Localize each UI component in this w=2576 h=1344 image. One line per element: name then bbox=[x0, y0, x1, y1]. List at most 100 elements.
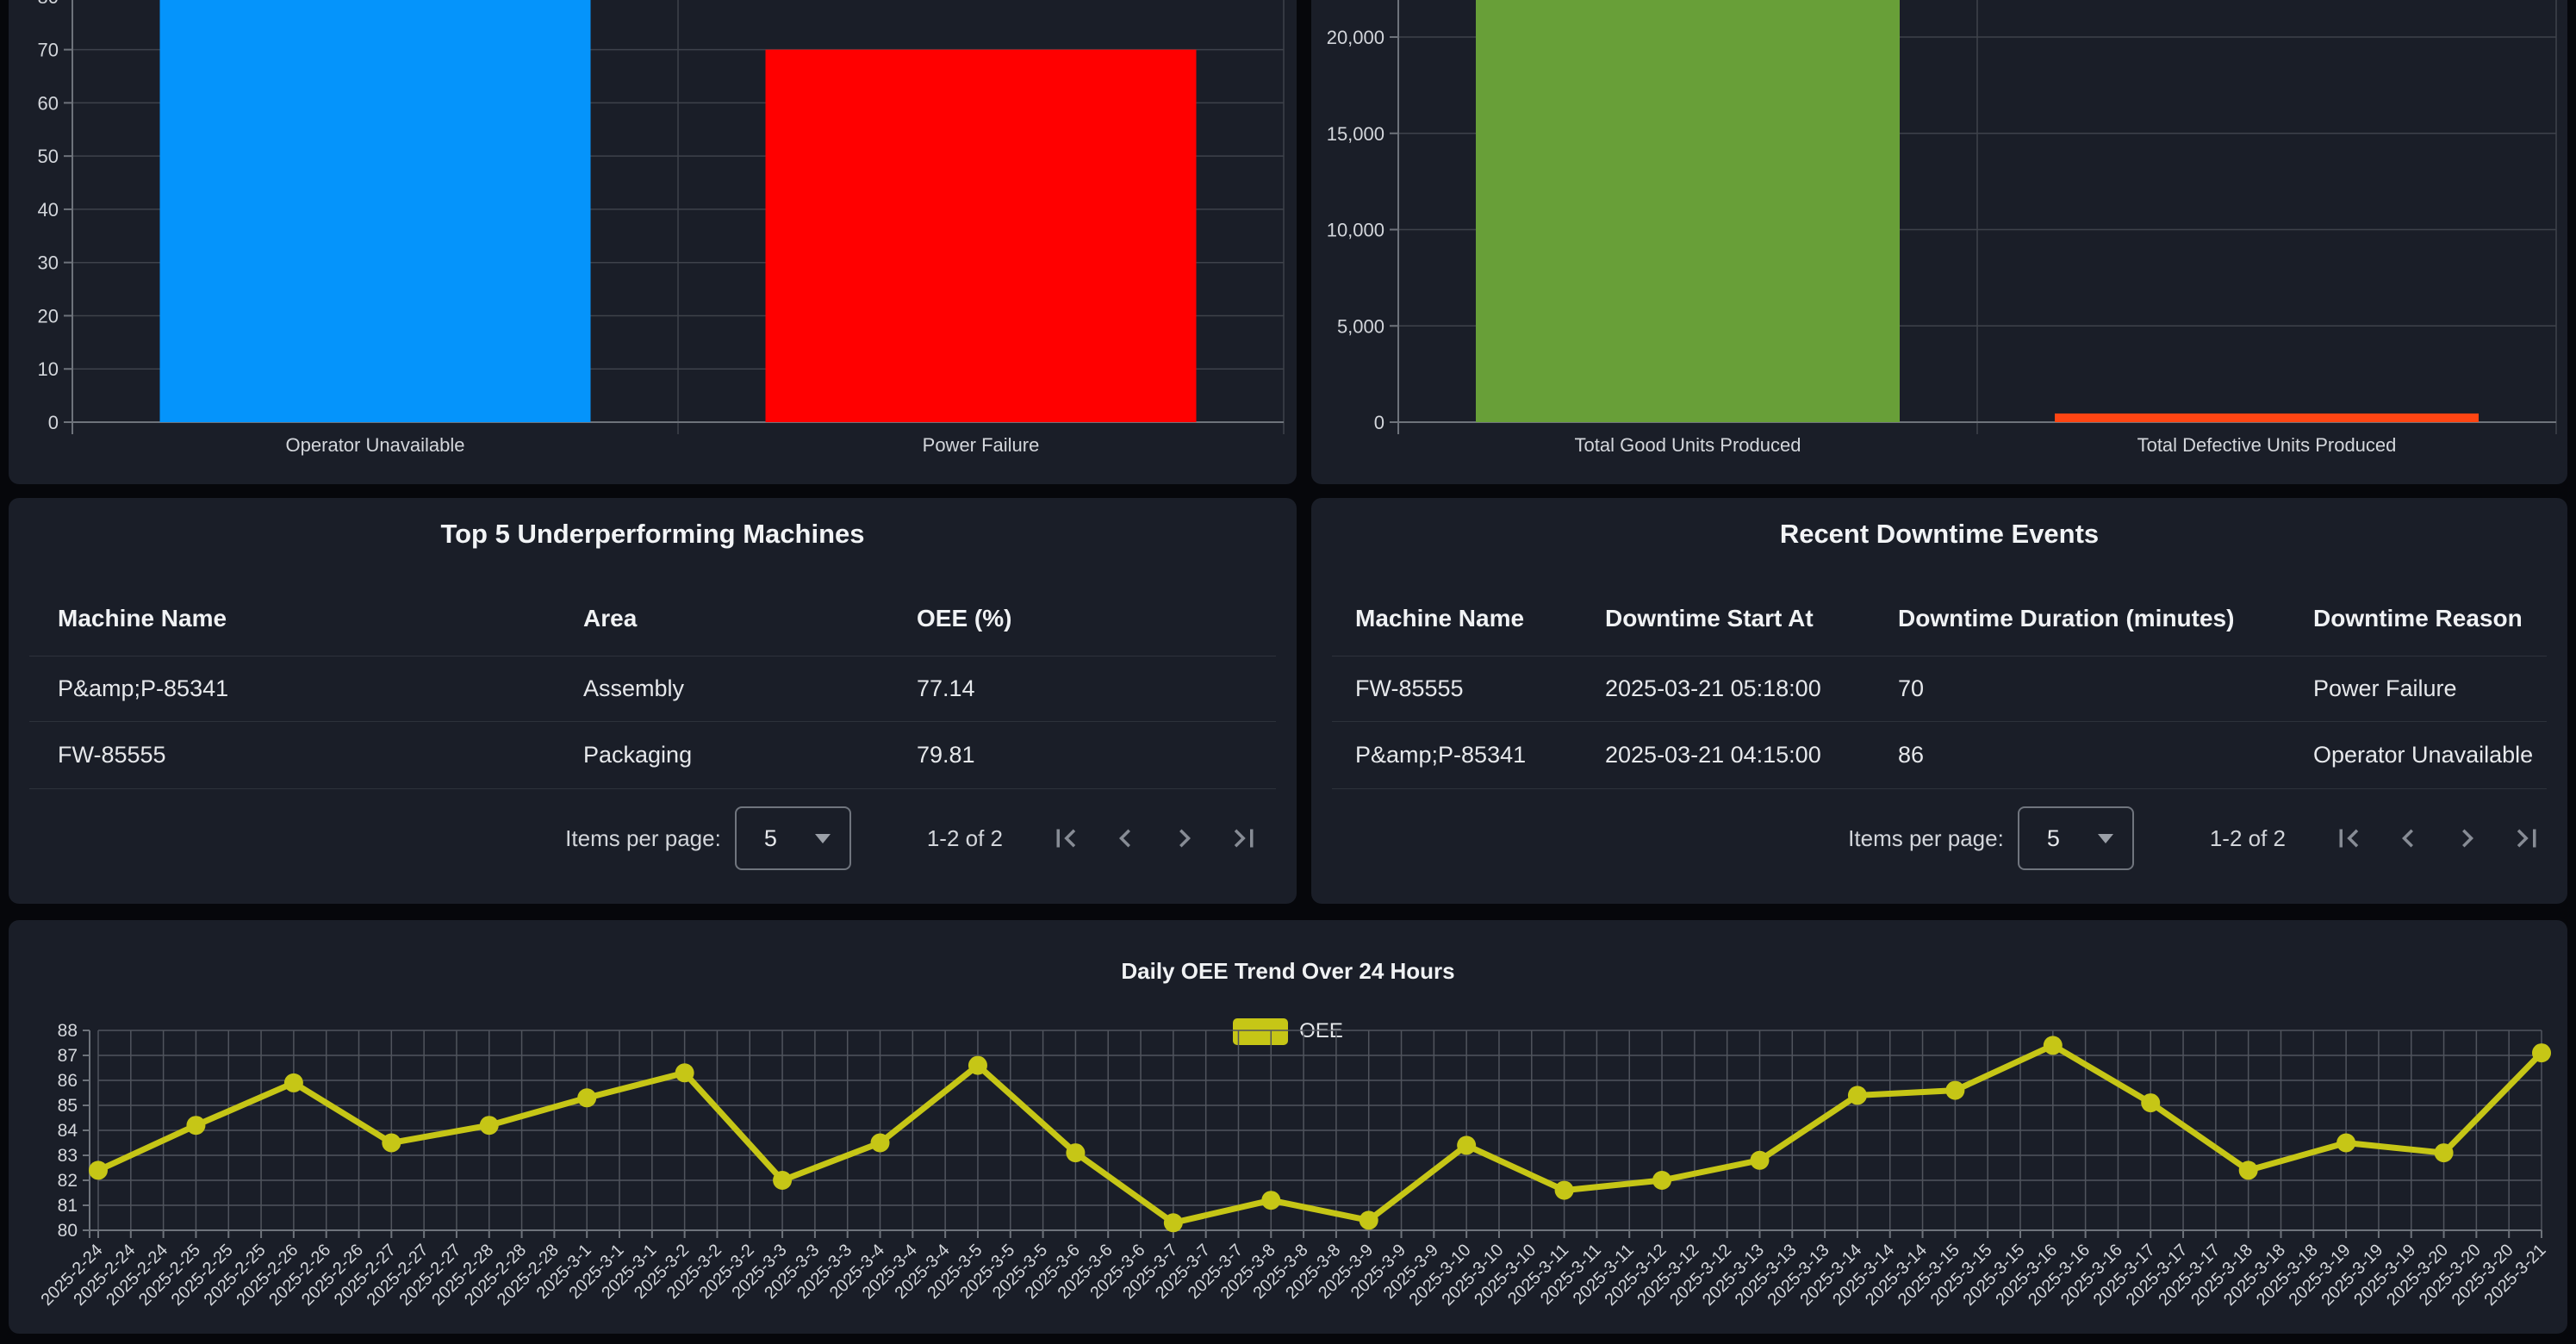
y-axis-label: 5,000 bbox=[1337, 315, 1384, 337]
duration-cell: 86 bbox=[1898, 721, 1924, 788]
panel-recent-downtime-events: Recent Downtime Events Machine Name Down… bbox=[1311, 498, 2567, 904]
table-header-row: Machine Name Downtime Start At Downtime … bbox=[1311, 584, 2567, 653]
y-axis-label: 70 bbox=[38, 40, 59, 61]
table-row[interactable]: P&amp;P-85341 2025-03-21 04:15:00 86 Ope… bbox=[1311, 721, 2567, 788]
machine-name-cell: FW-85555 bbox=[1355, 656, 1464, 721]
previous-page-button[interactable] bbox=[2390, 820, 2426, 856]
data-point-2025-3-5[interactable] bbox=[968, 1056, 987, 1075]
row-divider bbox=[29, 788, 1276, 789]
y-axis-label: 84 bbox=[58, 1121, 78, 1141]
first-page-button[interactable] bbox=[1048, 820, 1084, 856]
table-row[interactable]: P&amp;P-85341 Assembly 77.14 bbox=[9, 656, 1297, 721]
data-point-2025-2-27[interactable] bbox=[382, 1134, 401, 1153]
y-axis-label: 40 bbox=[38, 199, 59, 221]
data-point-2025-3-7[interactable] bbox=[1164, 1213, 1183, 1232]
panel-underperforming-machines: Top 5 Underperforming Machines Machine N… bbox=[9, 498, 1297, 904]
column-header: Downtime Duration (minutes) bbox=[1898, 584, 2234, 653]
bar-total-defective-units-produced[interactable] bbox=[2055, 414, 2479, 422]
last-page-button[interactable] bbox=[2509, 820, 2545, 856]
paginator-nav bbox=[1048, 820, 1262, 856]
x-axis-label: Operator Unavailable bbox=[286, 434, 465, 456]
first-page-button[interactable] bbox=[2330, 820, 2367, 856]
data-point-2025-2-26[interactable] bbox=[284, 1073, 303, 1092]
reason-cell: Power Failure bbox=[2313, 656, 2457, 721]
chevron-down-icon bbox=[815, 834, 831, 843]
items-per-page-select[interactable]: 5 bbox=[735, 806, 851, 870]
data-point-2025-2-28[interactable] bbox=[480, 1116, 499, 1135]
y-axis-label: 60 bbox=[38, 92, 59, 114]
data-point-2025-3-9[interactable] bbox=[1360, 1210, 1378, 1229]
data-point-2025-3-13[interactable] bbox=[1750, 1151, 1769, 1170]
y-axis-label: 80 bbox=[38, 0, 59, 8]
table-row[interactable]: FW-85555 Packaging 79.81 bbox=[9, 721, 1297, 788]
page-range-label: 1-2 of 2 bbox=[2210, 825, 2286, 852]
page-range-label: 1-2 of 2 bbox=[927, 825, 1003, 852]
y-axis-label: 88 bbox=[58, 1021, 78, 1041]
y-axis-label: 10 bbox=[38, 358, 59, 380]
start-at-cell: 2025-03-21 04:15:00 bbox=[1605, 721, 1821, 788]
column-header: Area bbox=[583, 584, 637, 653]
y-axis-label: 87 bbox=[58, 1046, 78, 1066]
bar-power-failure[interactable] bbox=[766, 50, 1197, 422]
y-axis-label: 50 bbox=[38, 146, 59, 167]
paginator: Items per page: 5 1-2 of 2 bbox=[9, 795, 1262, 881]
bar-total-good-units-produced[interactable] bbox=[1476, 0, 1900, 422]
column-header: Downtime Reason bbox=[2313, 584, 2523, 653]
chevron-down-icon bbox=[2098, 834, 2113, 843]
items-per-page-select[interactable]: 5 bbox=[2018, 806, 2134, 870]
data-point-2025-3-16[interactable] bbox=[2044, 1036, 2063, 1055]
production-units-chart: 05,00010,00015,00020,000Total Good Units… bbox=[1311, 0, 2567, 484]
data-point-2025-3-6[interactable] bbox=[1066, 1143, 1085, 1162]
bar-operator-unavailable[interactable] bbox=[160, 0, 591, 422]
data-point-2025-3-18[interactable] bbox=[2239, 1160, 2258, 1179]
next-page-button[interactable] bbox=[1167, 820, 1203, 856]
data-point-2025-3-21[interactable] bbox=[2532, 1043, 2551, 1062]
data-point-2025-3-20[interactable] bbox=[2435, 1143, 2454, 1162]
last-page-button[interactable] bbox=[1226, 820, 1262, 856]
chevron-right-icon bbox=[2449, 820, 2486, 856]
data-point-2025-3-3[interactable] bbox=[773, 1171, 792, 1190]
y-axis-label: 30 bbox=[38, 252, 59, 274]
table-row[interactable]: FW-85555 2025-03-21 05:18:00 70 Power Fa… bbox=[1311, 656, 2567, 721]
data-point-2025-3-15[interactable] bbox=[1945, 1081, 1964, 1100]
paginator: Items per page: 5 1-2 of 2 bbox=[1311, 795, 2545, 881]
x-axis-label: Total Good Units Produced bbox=[1575, 434, 1801, 456]
data-point-2025-3-8[interactable] bbox=[1261, 1191, 1280, 1210]
data-point-2025-2-24[interactable] bbox=[89, 1160, 108, 1179]
data-point-2025-3-11[interactable] bbox=[1555, 1181, 1574, 1200]
table-title: Recent Downtime Events bbox=[1311, 517, 2567, 551]
machine-name-cell: P&amp;P-85341 bbox=[1355, 721, 1526, 788]
data-point-2025-2-25[interactable] bbox=[186, 1116, 205, 1135]
data-point-2025-3-10[interactable] bbox=[1457, 1136, 1476, 1154]
machine-name-cell: P&amp;P-85341 bbox=[58, 656, 228, 721]
next-page-button[interactable] bbox=[2449, 820, 2486, 856]
data-point-2025-3-17[interactable] bbox=[2141, 1093, 2160, 1112]
column-header: OEE (%) bbox=[917, 584, 1011, 653]
oee-dashboard: 01020304050607080Operator UnavailablePow… bbox=[0, 0, 2576, 1344]
y-axis-label: 80 bbox=[58, 1221, 78, 1241]
table-header-row: Machine Name Area OEE (%) bbox=[9, 584, 1297, 653]
previous-page-button[interactable] bbox=[1107, 820, 1143, 856]
items-per-page-label: Items per page: bbox=[1848, 825, 2004, 852]
data-point-2025-3-19[interactable] bbox=[2336, 1134, 2355, 1153]
duration-cell: 70 bbox=[1898, 656, 1924, 721]
oee-cell: 77.14 bbox=[917, 656, 975, 721]
paginator-nav bbox=[2330, 820, 2545, 856]
chevron-right-icon bbox=[1167, 820, 1203, 856]
y-axis-label: 15,000 bbox=[1327, 123, 1384, 145]
data-point-2025-3-1[interactable] bbox=[577, 1088, 596, 1107]
data-point-2025-3-2[interactable] bbox=[675, 1063, 694, 1082]
oee-trend-chart: 8081828384858687882025-2-242025-2-242025… bbox=[9, 920, 2567, 1334]
data-point-2025-3-4[interactable] bbox=[871, 1134, 890, 1153]
first-page-icon bbox=[2330, 820, 2367, 856]
data-point-2025-3-14[interactable] bbox=[1848, 1086, 1867, 1104]
y-axis-label: 0 bbox=[1374, 412, 1384, 433]
data-point-2025-3-12[interactable] bbox=[1652, 1171, 1671, 1190]
column-header: Downtime Start At bbox=[1605, 584, 1814, 653]
start-at-cell: 2025-03-21 05:18:00 bbox=[1605, 656, 1821, 721]
area-cell: Assembly bbox=[583, 656, 684, 721]
row-divider bbox=[1332, 788, 2547, 789]
y-axis-label: 86 bbox=[58, 1071, 78, 1091]
table-title: Top 5 Underperforming Machines bbox=[9, 517, 1297, 551]
y-axis-label: 83 bbox=[58, 1146, 78, 1166]
